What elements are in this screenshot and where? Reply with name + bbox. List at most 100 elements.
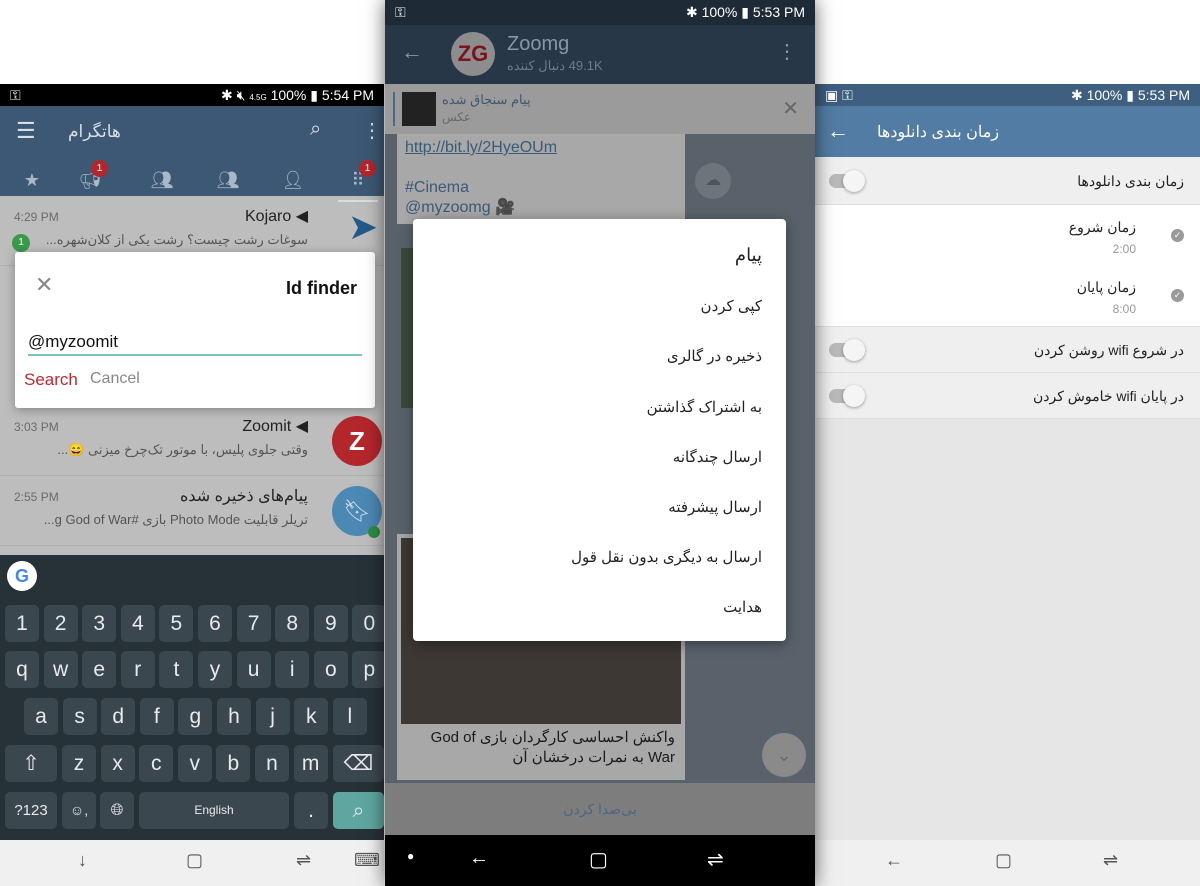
- keyboard-icon[interactable]: ⌨: [354, 850, 380, 871]
- key-5[interactable]: 5: [159, 605, 194, 642]
- tab-favorites[interactable]: ★: [12, 170, 52, 191]
- globe-key-icon[interactable]: 🌐︎: [100, 792, 134, 829]
- space-key[interactable]: English: [139, 792, 289, 829]
- back-arrow-icon[interactable]: ←: [827, 118, 849, 144]
- home-icon[interactable]: ▢: [186, 850, 203, 871]
- key-y[interactable]: y: [198, 651, 232, 688]
- menu-item-copy[interactable]: کپی کردن: [701, 297, 762, 315]
- key-a[interactable]: a: [24, 698, 58, 735]
- key-z[interactable]: z: [62, 745, 96, 782]
- tab-groups[interactable]: 👥︎: [142, 170, 182, 191]
- close-icon[interactable]: ✕: [35, 272, 53, 298]
- wifi-off-toggle[interactable]: [829, 385, 865, 407]
- key-f[interactable]: f: [139, 698, 174, 735]
- start-time-value[interactable]: 2:00: [1113, 242, 1136, 256]
- schedule-downloads-row[interactable]: زمان بندی دانلودها: [815, 157, 1200, 205]
- key-3[interactable]: 3: [82, 605, 117, 642]
- period-key[interactable]: .: [294, 792, 328, 829]
- channel-title[interactable]: Zoomg: [507, 33, 569, 56]
- back-arrow-icon[interactable]: ←: [401, 39, 423, 65]
- wifi-on-row[interactable]: روشن کردن wifi در شروع: [815, 327, 1200, 373]
- recents-icon[interactable]: ⇌: [707, 847, 724, 872]
- key-w[interactable]: w: [43, 651, 78, 688]
- end-time-value[interactable]: 8:00: [1113, 302, 1136, 316]
- tab-contacts[interactable]: 👥︎: [208, 170, 248, 191]
- key-p[interactable]: p: [352, 651, 384, 688]
- key-7[interactable]: 7: [236, 605, 271, 642]
- menu-item-forward[interactable]: هدایت: [723, 598, 762, 616]
- menu-icon[interactable]: ☰: [16, 118, 36, 144]
- backspace-key-icon[interactable]: ⌫: [333, 745, 384, 782]
- search-key-icon[interactable]: ⌕: [333, 792, 384, 829]
- tab-channels[interactable]: 📢︎ 1: [70, 160, 110, 191]
- schedule-toggle[interactable]: [829, 170, 865, 192]
- key-u[interactable]: u: [236, 651, 271, 688]
- recents-icon[interactable]: ⇌: [1103, 850, 1118, 871]
- menu-item-advanced-send[interactable]: ارسال پیشرفته: [668, 498, 762, 516]
- key-e[interactable]: e: [82, 651, 117, 688]
- id-input[interactable]: [28, 330, 362, 356]
- hide-keyboard-icon[interactable]: ↓: [78, 850, 87, 871]
- key-r[interactable]: r: [120, 651, 155, 688]
- tab-users[interactable]: 👤︎: [273, 170, 313, 191]
- recents-icon[interactable]: ⇌: [296, 850, 311, 871]
- key-2[interactable]: 2: [43, 605, 78, 642]
- key-k[interactable]: k: [294, 698, 329, 735]
- wifi-off-row[interactable]: خاموش کردن wifi در پایان: [815, 373, 1200, 419]
- key-q[interactable]: q: [5, 651, 39, 688]
- menu-item-forward-no-quote[interactable]: ارسال به دیگری بدون نقل قول: [571, 548, 762, 566]
- channel-avatar[interactable]: ZG: [451, 32, 495, 76]
- message-bubble[interactable]: http://bit.ly/2HyeOUm #Cinema @myzoomg 🎥: [397, 134, 685, 224]
- menu-item-multi-send[interactable]: ارسال چندگانه: [673, 448, 762, 466]
- message-link[interactable]: http://bit.ly/2HyeOUm: [405, 138, 677, 158]
- shift-key-icon[interactable]: ⇧: [5, 745, 57, 782]
- pinned-message-bar[interactable]: پیام سنجاق شده عکس ✕: [385, 84, 815, 134]
- key-6[interactable]: 6: [198, 605, 232, 642]
- key-t[interactable]: t: [159, 651, 194, 688]
- key-d[interactable]: d: [101, 698, 136, 735]
- start-time-label[interactable]: زمان شروع: [1069, 219, 1136, 236]
- hashtag[interactable]: #Cinema: [405, 178, 677, 198]
- back-icon[interactable]: ←: [469, 847, 489, 870]
- back-icon[interactable]: ←: [885, 850, 903, 871]
- chat-item-saved[interactable]: 2:55 PM پیام‌های ذخیره شده تریلر قابلیت …: [0, 476, 384, 546]
- home-icon[interactable]: ▢: [995, 850, 1012, 871]
- key-v[interactable]: v: [177, 745, 212, 782]
- search-button[interactable]: Search: [24, 370, 78, 390]
- key-c[interactable]: c: [139, 745, 174, 782]
- mute-button[interactable]: بی‌صدا کردن: [385, 783, 815, 835]
- key-g[interactable]: g: [178, 698, 213, 735]
- key-m[interactable]: m: [293, 745, 328, 782]
- close-icon[interactable]: ✕: [782, 96, 799, 121]
- menu-item-share[interactable]: به اشتراک گذاشتن: [647, 398, 762, 416]
- google-icon[interactable]: G: [7, 561, 37, 591]
- mention[interactable]: @myzoomg 🎥: [405, 198, 677, 218]
- key-o[interactable]: o: [313, 651, 348, 688]
- key-l[interactable]: l: [332, 698, 367, 735]
- scroll-down-icon[interactable]: ⌄: [762, 733, 806, 777]
- emoji-comma-key[interactable]: ☺,: [62, 792, 96, 829]
- more-icon[interactable]: ⋮: [362, 118, 382, 143]
- menu-item-save-to-gallery[interactable]: ذخیره در گالری: [667, 347, 762, 365]
- key-i[interactable]: i: [275, 651, 310, 688]
- symbols-key[interactable]: ?123: [5, 792, 57, 829]
- key-h[interactable]: h: [217, 698, 251, 735]
- wifi-on-toggle[interactable]: [829, 339, 865, 361]
- end-time-label[interactable]: زمان پایان: [1077, 279, 1136, 296]
- home-icon[interactable]: ▢: [589, 847, 608, 872]
- more-icon[interactable]: ⋮: [777, 39, 797, 64]
- key-x[interactable]: x: [100, 745, 135, 782]
- chat-item-zoomit[interactable]: 3:03 PM Zoomit ◀ وقتی جلوی پلیس، با موتو…: [0, 406, 384, 476]
- key-n[interactable]: n: [255, 745, 289, 782]
- key-s[interactable]: s: [62, 698, 97, 735]
- cloud-icon[interactable]: ☁: [695, 163, 731, 199]
- key-0[interactable]: 0: [352, 605, 384, 642]
- key-j[interactable]: j: [255, 698, 290, 735]
- key-8[interactable]: 8: [275, 605, 310, 642]
- key-b[interactable]: b: [216, 745, 251, 782]
- cancel-button[interactable]: Cancel: [90, 370, 140, 388]
- key-4[interactable]: 4: [120, 605, 155, 642]
- key-9[interactable]: 9: [313, 605, 348, 642]
- key-1[interactable]: 1: [5, 605, 39, 642]
- search-icon[interactable]: ⌕: [310, 118, 321, 141]
